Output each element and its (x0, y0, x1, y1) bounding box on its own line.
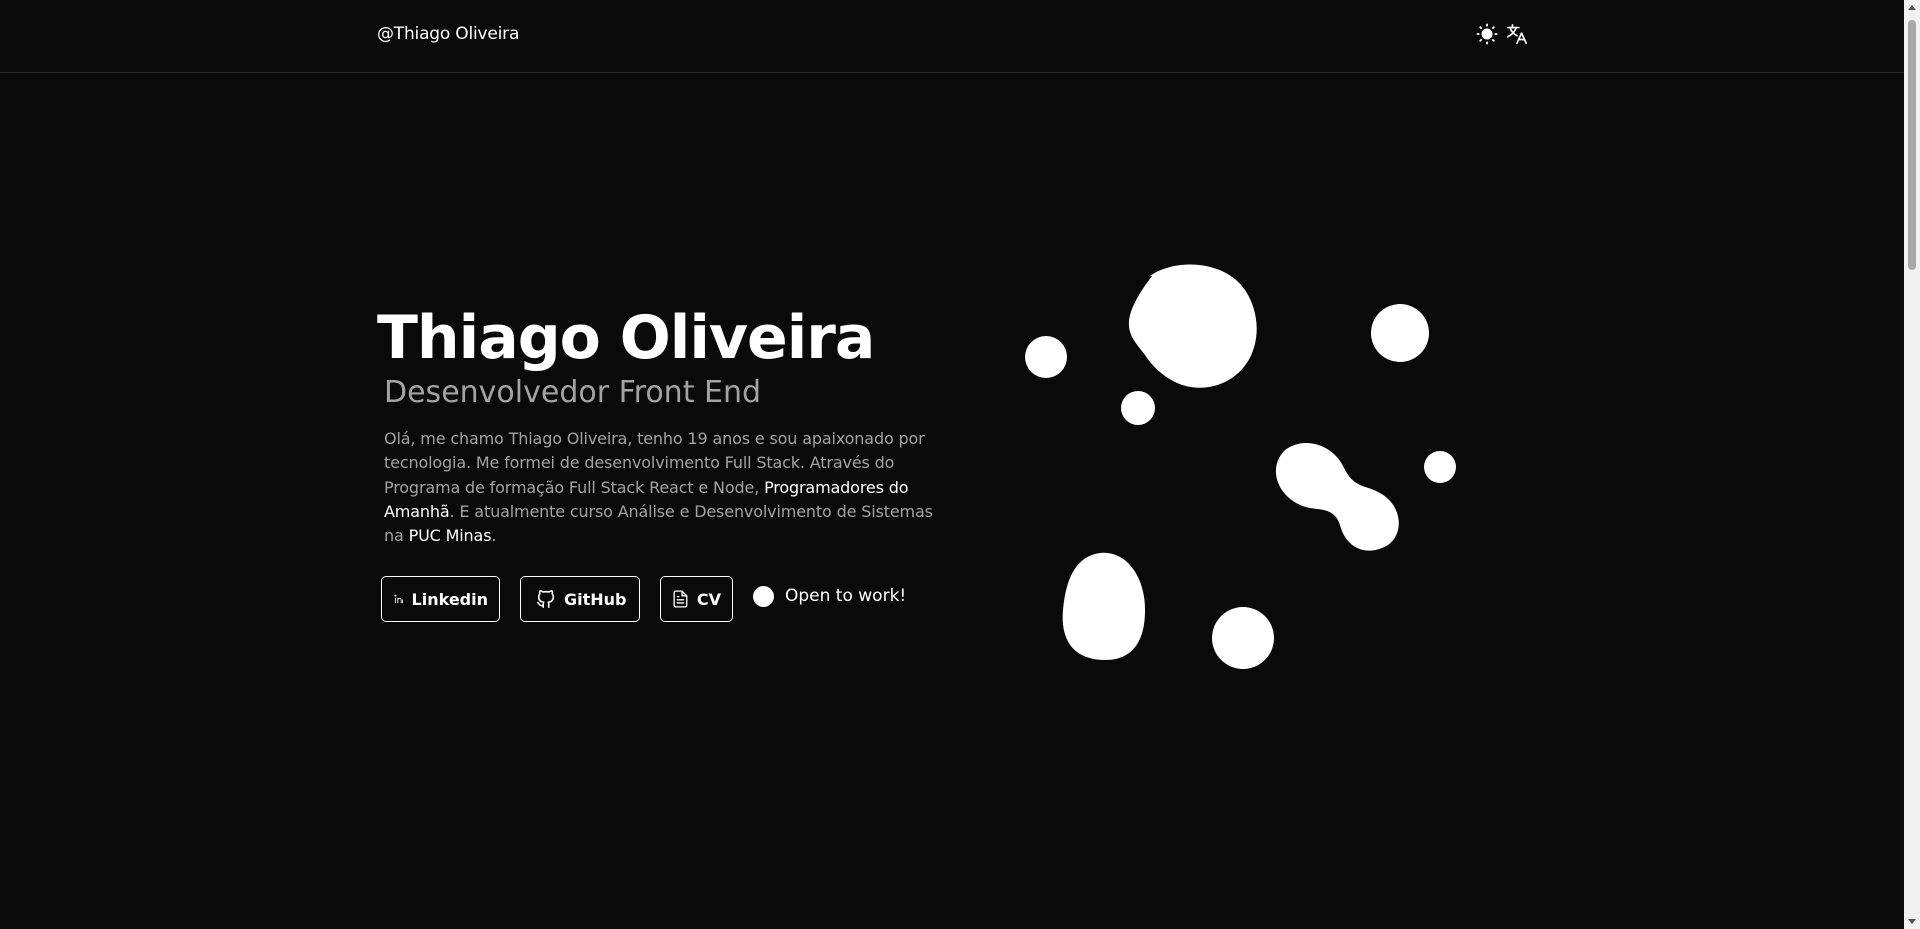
translate-icon[interactable] (1506, 23, 1528, 45)
blob-tiny-right (1424, 451, 1456, 483)
linkedin-button[interactable]: Linkedin (381, 576, 500, 622)
blob-small-left (1025, 336, 1067, 378)
blob-peanut (1275, 442, 1399, 551)
linkedin-icon (394, 594, 404, 604)
blob-oval-bottom (1062, 552, 1145, 660)
blob-illustration (1025, 264, 1456, 669)
brand-handle[interactable]: @Thiago Oliveira (377, 24, 519, 44)
scroll-down-icon[interactable] (1908, 919, 1916, 924)
blob-large-top (1128, 264, 1257, 388)
page-scrollbar[interactable] (1904, 0, 1920, 929)
blob-medium-right (1371, 304, 1429, 362)
blob-medium-bottom (1212, 607, 1274, 669)
hero-bio: Olá, me chamo Thiago Oliveira, tenho 19 … (384, 427, 954, 548)
hero-actions: Linkedin GitHub CV Open to work! (381, 576, 906, 622)
hero-role: Desenvolvedor Front End (384, 375, 762, 410)
scroll-up-icon[interactable] (1908, 5, 1916, 10)
hero-name: Thiago Oliveira (377, 303, 875, 373)
document-icon (673, 590, 688, 608)
scroll-thumb[interactable] (1908, 20, 1916, 270)
github-button[interactable]: GitHub (520, 576, 640, 622)
linkedin-label: Linkedin (411, 589, 488, 609)
cv-button[interactable]: CV (660, 576, 733, 622)
header-actions (1476, 23, 1528, 45)
sun-icon[interactable] (1476, 23, 1498, 45)
hero-section: Thiago Oliveira Desenvolvedor Front End … (377, 300, 957, 548)
status-dot-icon (753, 585, 774, 607)
github-label: GitHub (564, 589, 627, 609)
github-icon (536, 590, 555, 609)
open-to-work-status: Open to work! (753, 585, 907, 607)
blob-small-center (1121, 391, 1155, 425)
bio-text-3: . (491, 526, 497, 546)
site-header: @Thiago Oliveira (0, 0, 1904, 73)
puc-minas-link[interactable]: PUC Minas (409, 526, 492, 545)
cv-label: CV (696, 589, 721, 609)
status-label: Open to work! (785, 586, 907, 606)
